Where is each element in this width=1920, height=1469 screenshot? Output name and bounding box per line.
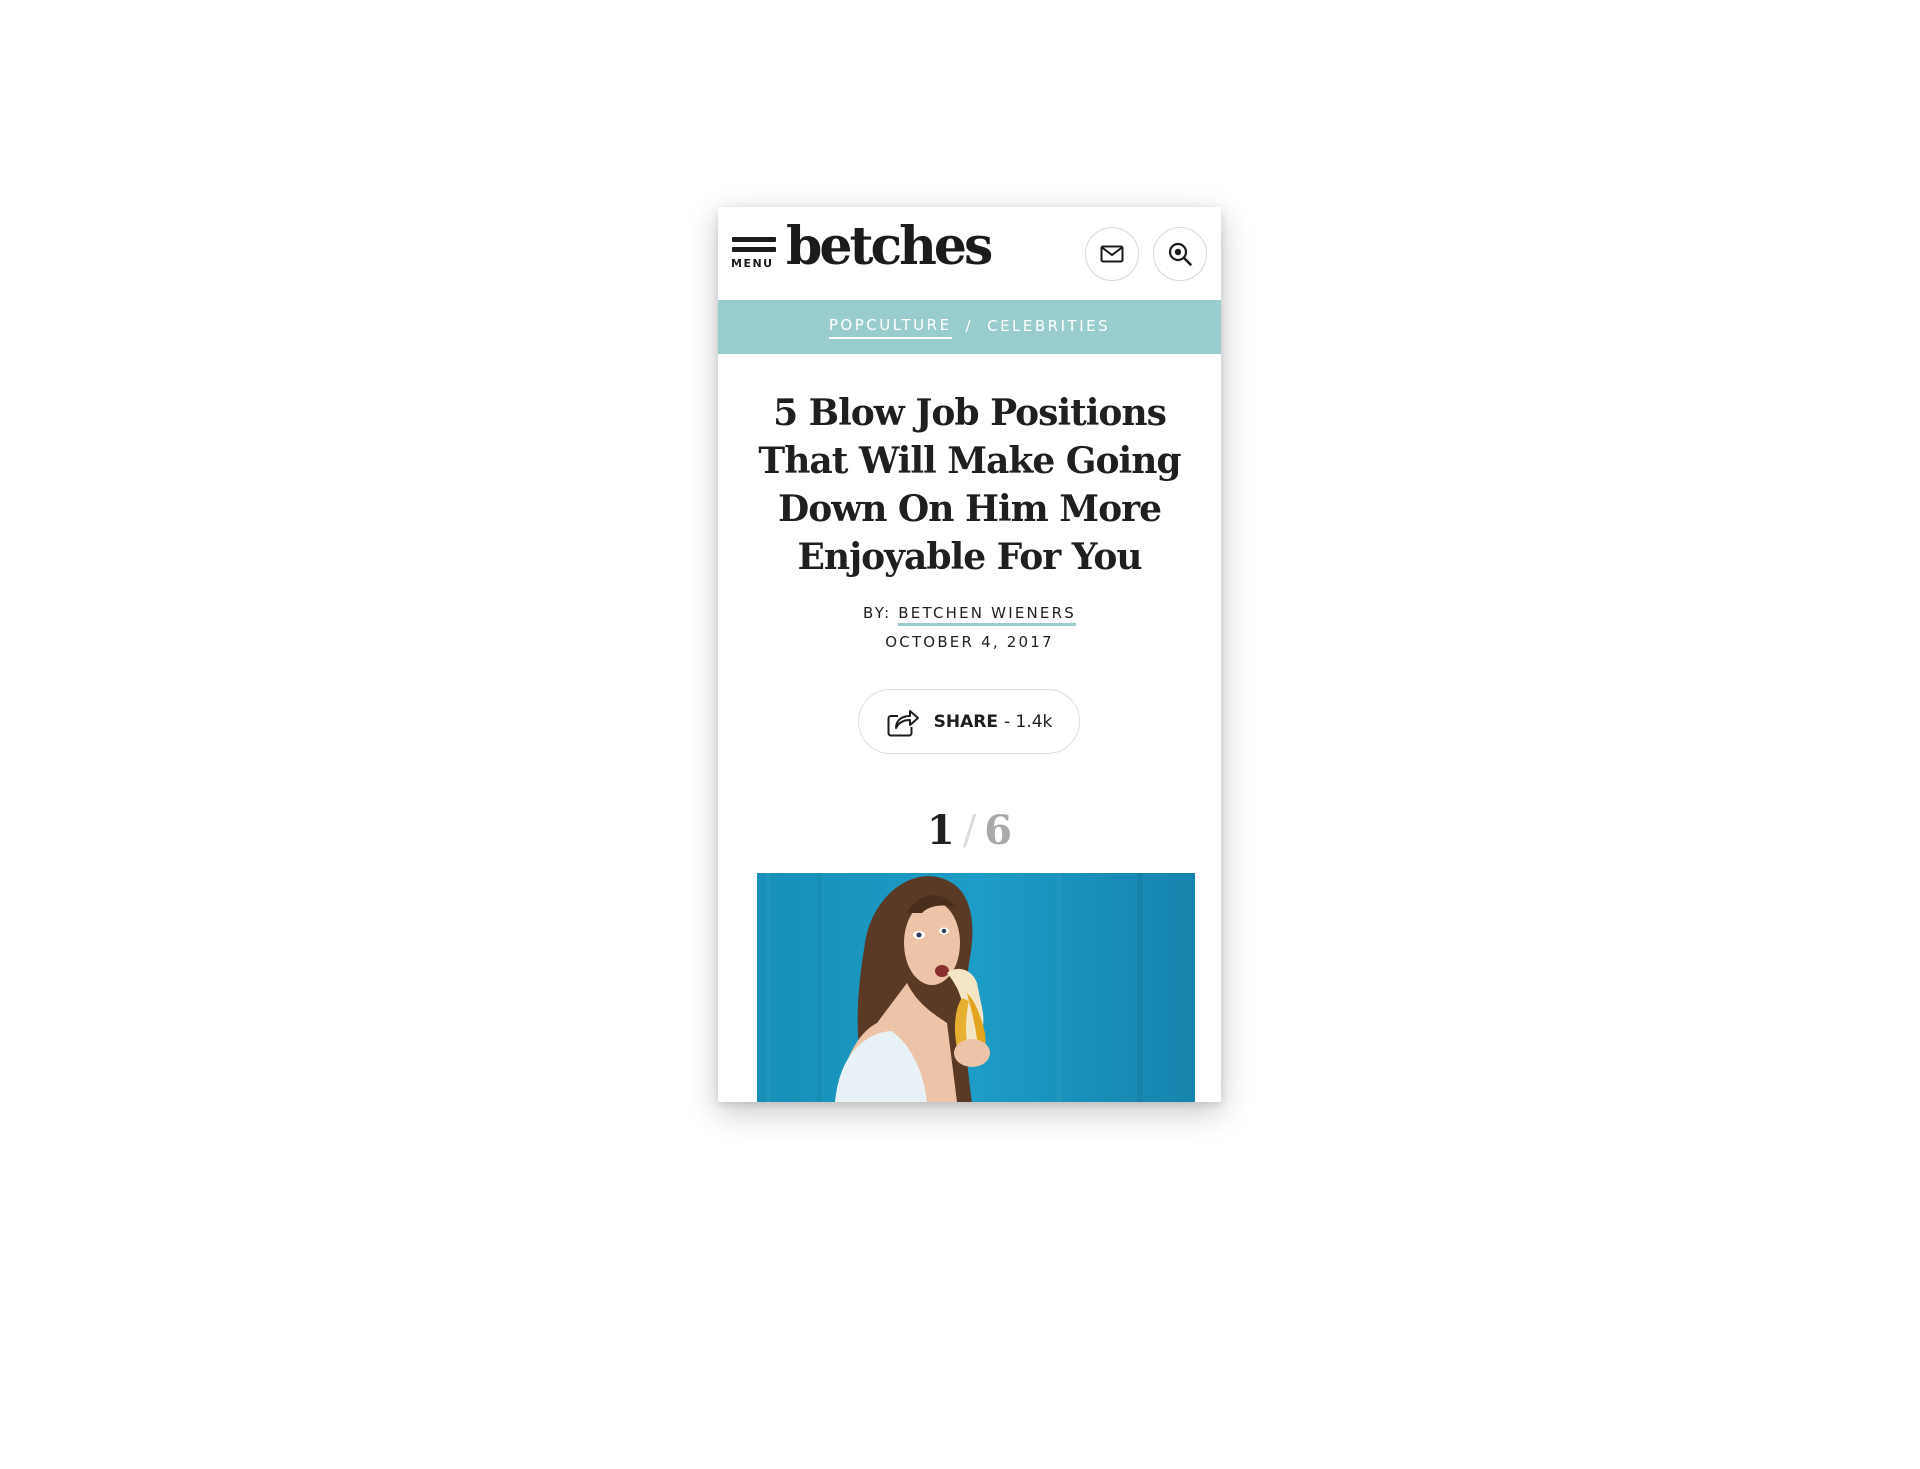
byline: BY: BETCHEN WIENERS	[718, 604, 1221, 626]
breadcrumb: POPCULTURE / CELEBRITIES	[718, 300, 1221, 354]
newsletter-button[interactable]	[1085, 227, 1139, 281]
current-slide: 1	[922, 807, 959, 854]
mobile-page: MENU betches POPCULTURE / CELEBRITIES 5 …	[718, 207, 1221, 1102]
hero-image	[757, 873, 1195, 1102]
author-link[interactable]: BETCHEN WIENERS	[898, 604, 1076, 626]
article-title: 5 Blow Job Positions That Will Make Goin…	[758, 392, 1181, 578]
hamburger-icon-bar	[732, 247, 776, 252]
total-slides: 6	[984, 807, 1013, 854]
search-button[interactable]	[1153, 227, 1207, 281]
share-count: - 1.4k	[1003, 711, 1053, 732]
menu-button[interactable]: MENU	[730, 237, 780, 277]
hamburger-icon	[732, 237, 776, 242]
slide-counter: 1/6	[718, 807, 1221, 855]
byline-prefix: BY:	[863, 604, 892, 622]
slide-separator: /	[962, 808, 977, 854]
site-header: MENU betches	[718, 207, 1221, 300]
breadcrumb-separator: /	[965, 316, 974, 335]
site-logo[interactable]: betches	[786, 221, 993, 273]
share-label: SHARE	[933, 711, 998, 732]
search-icon	[1168, 242, 1192, 266]
share-button[interactable]: SHARE - 1.4k	[858, 689, 1080, 754]
share-icon	[886, 706, 920, 738]
breadcrumb-celebrities[interactable]: CELEBRITIES	[987, 317, 1110, 338]
publish-date: OCTOBER 4, 2017	[885, 633, 1054, 651]
menu-label: MENU	[731, 257, 774, 270]
breadcrumb-popculture[interactable]: POPCULTURE	[828, 316, 952, 339]
mail-icon	[1100, 245, 1124, 263]
